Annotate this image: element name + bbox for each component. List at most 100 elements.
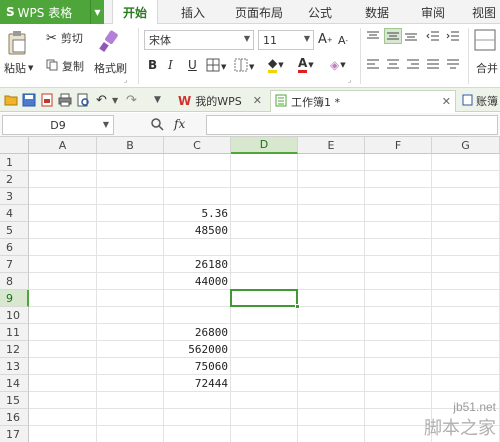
cell-c4[interactable]: 5.36	[164, 205, 231, 222]
zoom-icon[interactable]	[150, 117, 164, 131]
tab-view[interactable]: 视图	[464, 0, 500, 24]
dialog-launcher-icon[interactable]: ⌟	[348, 76, 351, 84]
cell-c14[interactable]: 72444	[164, 375, 231, 392]
fill-handle[interactable]	[295, 304, 300, 309]
print-icon[interactable]	[58, 93, 72, 107]
tab-home[interactable]: 开始	[112, 0, 158, 25]
row-header-16[interactable]: 16	[0, 409, 29, 426]
watermark-url: jb51.net	[453, 400, 496, 414]
align-middle-icon[interactable]	[384, 28, 402, 44]
row-header-2[interactable]: 2	[0, 171, 29, 188]
row-header-13[interactable]: 13	[0, 358, 29, 375]
indent-decrease-icon[interactable]	[426, 30, 440, 42]
close-icon[interactable]: ✕	[253, 94, 262, 107]
bold-button[interactable]: B	[148, 58, 157, 72]
active-cell-d9[interactable]	[230, 289, 300, 309]
indent-increase-icon[interactable]	[446, 30, 460, 42]
row-header-5[interactable]: 5	[0, 222, 29, 239]
pdf-icon[interactable]	[40, 93, 54, 107]
row-header-11[interactable]: 11	[0, 324, 29, 341]
cell-c12[interactable]: 562000	[164, 341, 231, 358]
app-menu-button[interactable]: S WPS 表格 ▼	[0, 0, 104, 24]
column-header-a[interactable]: A	[29, 137, 97, 154]
row-header-12[interactable]: 12	[0, 341, 29, 358]
font-color-button[interactable]: A ▼	[298, 56, 314, 73]
close-icon[interactable]: ✕	[442, 95, 451, 108]
doc-tab-ledger[interactable]: 账簿	[458, 90, 500, 112]
justify-icon[interactable]	[426, 58, 440, 70]
paste-icon[interactable]	[6, 30, 30, 56]
clear-format-button[interactable]: ◈ ▼	[330, 58, 346, 72]
cell-c8[interactable]: 44000	[164, 273, 231, 290]
row-header-7[interactable]: 7	[0, 256, 29, 273]
row-header-3[interactable]: 3	[0, 188, 29, 205]
column-header-b[interactable]: B	[97, 137, 164, 154]
align-top-icon[interactable]	[366, 30, 380, 42]
column-header-e[interactable]: E	[298, 137, 365, 154]
underline-button[interactable]: U	[188, 58, 197, 72]
cell-c11[interactable]: 26800	[164, 324, 231, 341]
tab-data[interactable]: 数据	[354, 0, 400, 24]
undo-icon[interactable]: ↶	[96, 93, 110, 108]
row-header-17[interactable]: 17	[0, 426, 29, 442]
row-header-9[interactable]: 9	[0, 290, 29, 307]
italic-button[interactable]: I	[168, 58, 173, 72]
chevron-down-icon[interactable]: ▼	[112, 96, 126, 110]
tab-insert[interactable]: 插入	[170, 0, 216, 24]
cell-c7[interactable]: 26180	[164, 256, 231, 273]
cell-style-button[interactable]: ▼	[234, 58, 254, 75]
font-name-select[interactable]: 宋体 ▼	[144, 30, 254, 50]
chevron-down-icon[interactable]: ▼	[90, 0, 104, 24]
decrease-font-button[interactable]: A-	[338, 34, 348, 47]
redo-icon[interactable]: ↷	[126, 93, 140, 108]
cut-button[interactable]: ✂ 剪切	[46, 30, 83, 46]
format-painter-button[interactable]: 格式刷	[94, 60, 127, 76]
fill-color-button[interactable]: ◆ ▼	[268, 56, 284, 73]
row-header-4[interactable]: 4	[0, 205, 29, 222]
paste-button[interactable]: 粘贴 ▼	[4, 60, 33, 76]
align-left-icon[interactable]	[366, 58, 380, 70]
row-header-15[interactable]: 15	[0, 392, 29, 409]
border-button[interactable]: ▼	[206, 58, 226, 75]
align-right-icon[interactable]	[406, 58, 420, 70]
copy-button[interactable]: 复制	[46, 58, 84, 74]
tab-page-layout[interactable]: 页面布局	[228, 0, 290, 24]
column-header-g[interactable]: G	[432, 137, 500, 154]
chevron-down-icon[interactable]: ▼	[28, 64, 33, 72]
row-header-14[interactable]: 14	[0, 375, 29, 392]
font-size-select[interactable]: 11 ▼	[258, 30, 314, 50]
save-icon[interactable]	[22, 93, 36, 107]
name-box[interactable]: D9 ▼	[2, 115, 114, 135]
format-painter-icon[interactable]	[98, 28, 120, 54]
row-header-6[interactable]: 6	[0, 239, 29, 256]
increase-font-button[interactable]: A +	[318, 32, 333, 47]
chevron-down-icon[interactable]: ▼	[154, 95, 168, 109]
formula-input[interactable]	[206, 115, 498, 135]
column-header-f[interactable]: F	[365, 137, 432, 154]
font-size-value: 11	[263, 33, 277, 47]
tab-formula[interactable]: 公式	[300, 0, 340, 24]
merge-button[interactable]: 合并	[476, 60, 498, 76]
chevron-down-icon: ▼	[303, 34, 310, 43]
column-header-c[interactable]: C	[164, 137, 231, 154]
dialog-launcher-icon[interactable]: ⌟	[124, 76, 127, 84]
distributed-align-icon[interactable]	[446, 58, 460, 70]
select-all-corner[interactable]	[0, 137, 29, 154]
merge-icon[interactable]	[474, 28, 496, 52]
print-preview-icon[interactable]	[76, 93, 90, 107]
row-header-1[interactable]: 1	[0, 154, 29, 171]
column-header-d[interactable]: D	[231, 137, 298, 154]
fx-button[interactable]: fx	[174, 117, 185, 131]
spreadsheet-grid[interactable]: A B C D E F G 1 2 3 4 5 6 7 8 9 10 11 12 13 14 15 16 17 5.36 4850…	[0, 137, 500, 442]
cell-c5[interactable]: 48500	[164, 222, 231, 239]
align-center-icon[interactable]	[386, 58, 400, 70]
align-bottom-icon[interactable]	[404, 30, 418, 42]
cell-reference: D9	[50, 118, 66, 132]
doc-tab-my-wps[interactable]: W 我的WPS ✕	[174, 90, 266, 112]
doc-tab-workbook1[interactable]: 工作簿1 * ✕	[270, 90, 456, 112]
open-folder-icon[interactable]	[4, 93, 18, 107]
row-header-8[interactable]: 8	[0, 273, 29, 290]
cell-c13[interactable]: 75060	[164, 358, 231, 375]
row-header-10[interactable]: 10	[0, 307, 29, 324]
tab-review[interactable]: 审阅	[410, 0, 456, 24]
